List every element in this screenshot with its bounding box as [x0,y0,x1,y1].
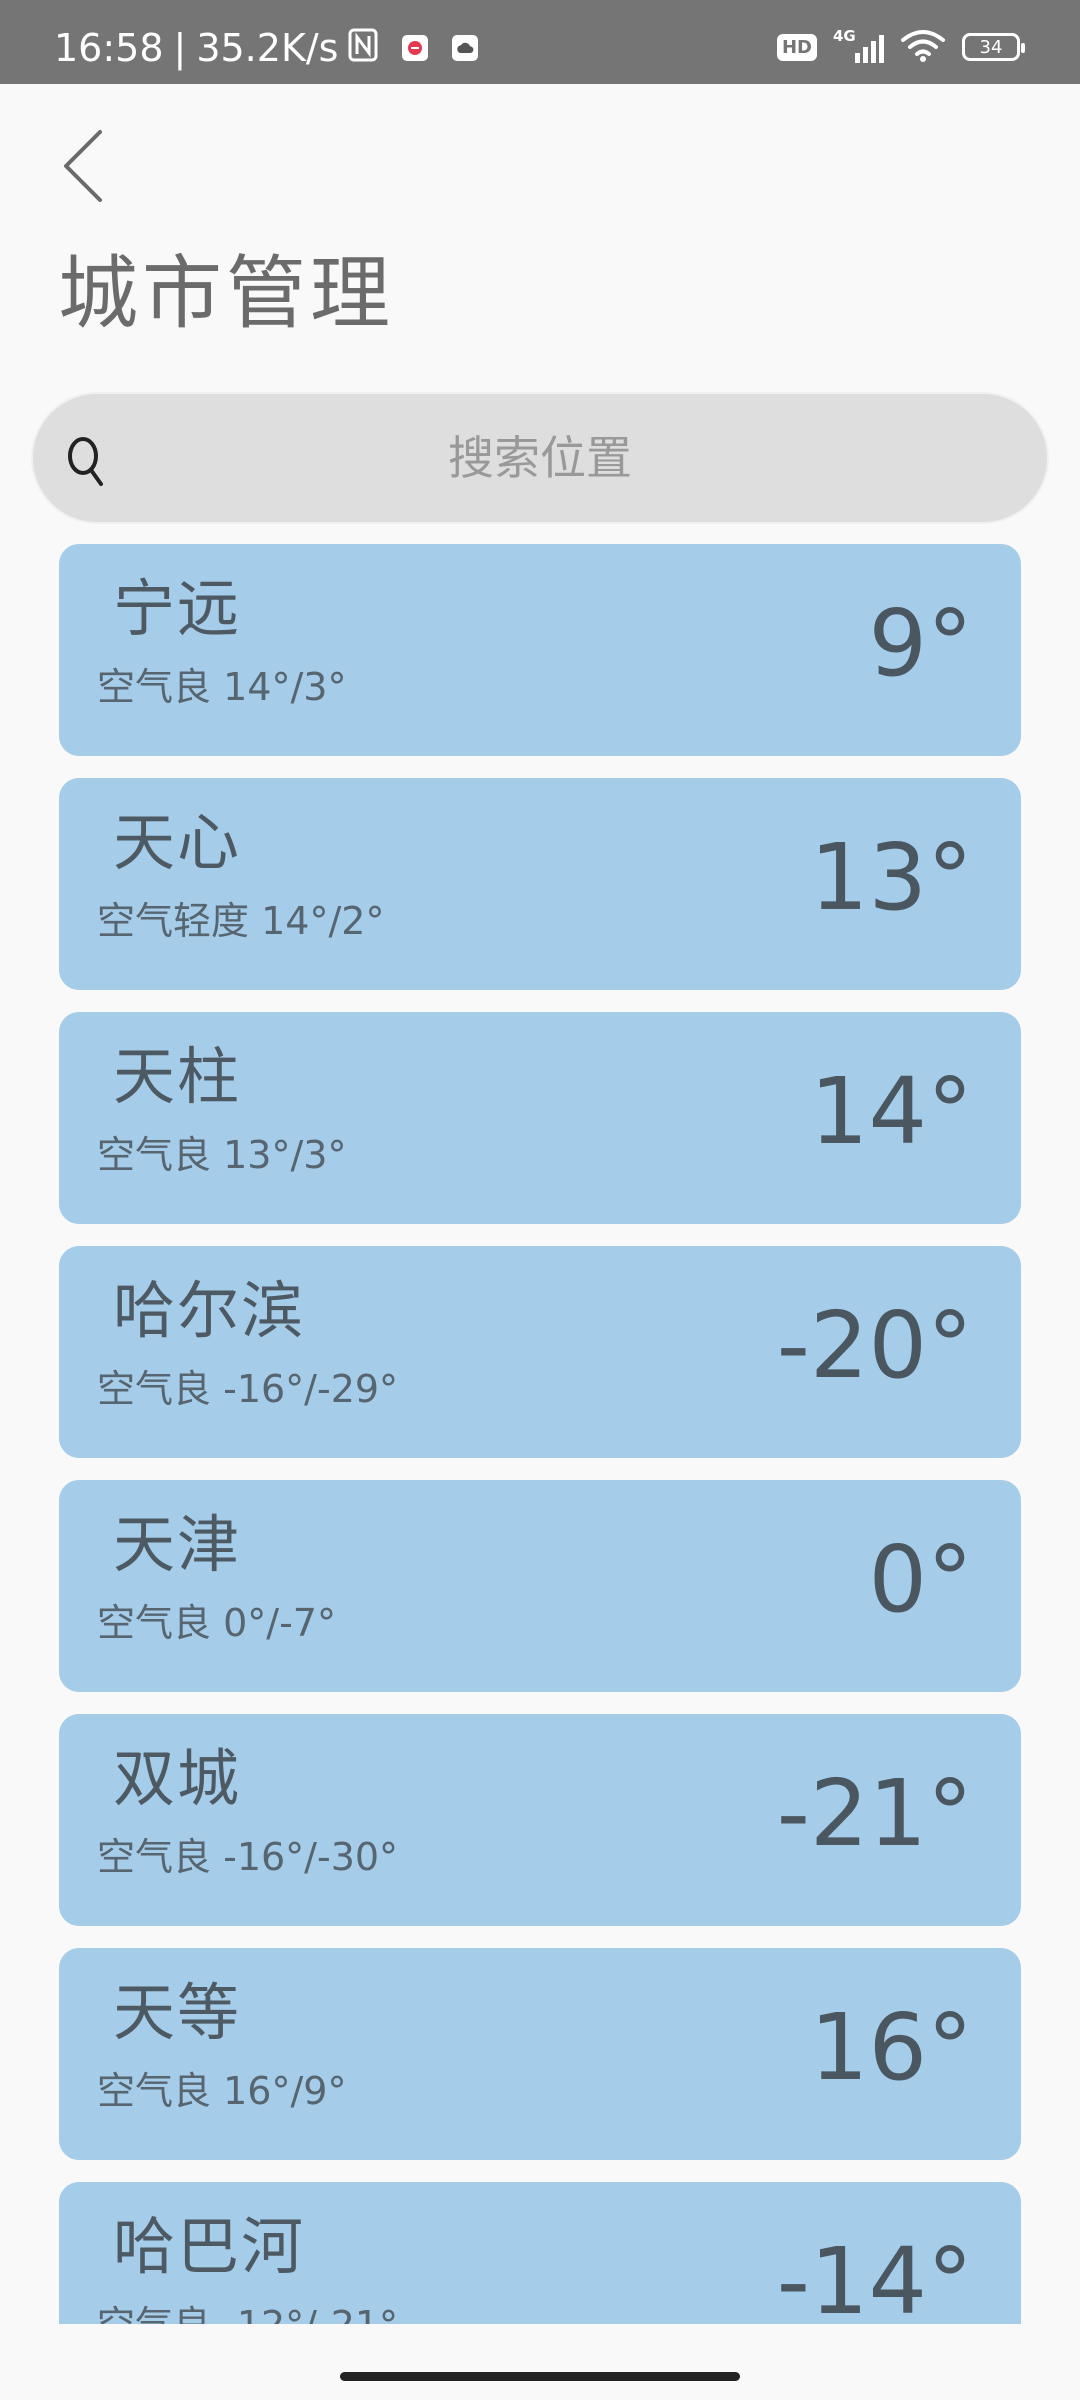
home-indicator[interactable] [340,2372,740,2381]
app-notification-icon [402,35,429,61]
city-name: 天等 [113,1976,242,2049]
current-temperature: 0° [868,1526,973,1633]
status-bar: 16:58 | 35.2K/s HD 4G 34 [0,0,1080,84]
nfc-icon [348,28,378,68]
city-management-screen: 16:58 | 35.2K/s HD 4G 34 城市管理 搜索位置 宁远 空气… [0,0,1080,2400]
city-card[interactable]: 双城 空气良 -16°/-30° -21° [59,1714,1021,1926]
current-temperature: -20° [776,1292,973,1399]
chevron-left-icon [64,130,102,202]
air-quality: 空气良 [97,665,212,709]
city-air-info: 空气良 0°/-7° [97,1604,336,1642]
weather-notification-icon [452,35,479,61]
city-air-info: 空气良 -16°/-30° [97,1838,398,1876]
status-separator: | [173,26,187,70]
city-name: 宁远 [113,572,242,645]
air-quality: 空气良 [97,1601,212,1645]
temp-range: -12°/-21° [223,2303,398,2324]
city-name: 双城 [113,1742,242,1815]
current-temperature: 13° [809,824,973,931]
wifi-icon [900,28,946,66]
current-temperature: 9° [868,590,973,697]
city-air-info: 空气良 14°/3° [97,668,346,706]
status-time: 16:58 [54,26,164,70]
air-quality: 空气良 [97,1133,212,1177]
temp-range: 14°/2° [261,899,385,943]
cellular-signal-icon: 4G [833,27,884,63]
temp-range: 14°/3° [223,665,347,709]
air-quality: 空气良 [97,2069,212,2113]
city-air-info: 空气良 -16°/-29° [97,1370,398,1408]
air-quality: 空气良 [97,1367,212,1411]
current-temperature: 14° [809,1058,973,1165]
current-temperature: -21° [776,1760,973,1867]
battery-level: 34 [979,36,1003,58]
back-button[interactable] [58,128,110,204]
city-air-info: 空气轻度 14°/2° [97,902,384,940]
search-bar[interactable] [31,392,1049,524]
search-icon [65,434,109,490]
city-card[interactable]: 天津 空气良 0°/-7° 0° [59,1480,1021,1692]
status-bar-right: HD 4G 34 [776,27,1025,66]
hd-badge: HD [776,33,817,61]
network-type-label: 4G [833,27,856,45]
battery-icon: 34 [962,33,1025,61]
city-card[interactable]: 哈尔滨 空气良 -16°/-29° -20° [59,1246,1021,1458]
air-quality: 空气良 [97,2303,211,2324]
city-list: 宁远 空气良 14°/3° 9° 天心 空气轻度 14°/2° 13° 天柱 空… [59,544,1021,2324]
city-name: 天柱 [113,1040,242,1113]
air-quality: 空气轻度 [97,899,250,943]
current-temperature: -14° [776,2228,973,2325]
city-card[interactable]: 宁远 空气良 14°/3° 9° [59,544,1021,756]
city-name: 哈巴河 [113,2210,306,2283]
city-name: 天心 [113,806,242,879]
current-temperature: 16° [809,1994,973,2101]
city-name: 天津 [113,1508,242,1581]
air-quality: 空气良 [97,1835,212,1879]
city-air-info: 空气良 -12°/-21° [97,2306,398,2324]
page-title: 城市管理 [58,247,394,340]
city-card[interactable]: 哈巴河 空气良 -12°/-21° -14° [59,2182,1021,2324]
city-card[interactable]: 天柱 空气良 13°/3° 14° [59,1012,1021,1224]
city-card[interactable]: 天心 空气轻度 14°/2° 13° [59,778,1021,990]
city-air-info: 空气良 16°/9° [97,2072,346,2110]
search-input[interactable] [133,394,947,522]
status-bar-left: 16:58 | 35.2K/s [54,26,479,70]
temp-range: 16°/9° [223,2069,347,2113]
temp-range: -16°/-30° [223,1835,399,1879]
temp-range: 13°/3° [223,1133,347,1177]
city-card[interactable]: 天等 空气良 16°/9° 16° [59,1948,1021,2160]
status-network-speed: 35.2K/s [196,26,339,70]
temp-range: 0°/-7° [223,1601,336,1645]
city-air-info: 空气良 13°/3° [97,1136,346,1174]
city-name: 哈尔滨 [113,1274,306,1347]
temp-range: -16°/-29° [223,1367,399,1411]
